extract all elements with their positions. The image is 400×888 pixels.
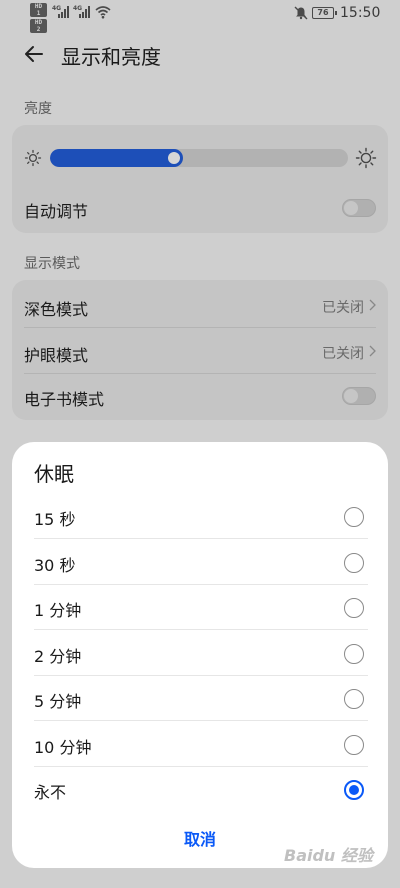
sleep-option-label: 10 分钟 <box>34 737 92 757</box>
sleep-option-label: 2 分钟 <box>34 646 82 666</box>
dark-mode-row[interactable]: 深色模式 已关闭 <box>12 280 388 326</box>
wifi-icon <box>95 6 111 19</box>
page-title: 显示和亮度 <box>61 45 161 69</box>
chevron-right-icon <box>369 345 376 357</box>
sleep-option[interactable]: 永不 <box>34 767 368 812</box>
mute-icon <box>294 6 308 20</box>
sleep-dialog: 休眠 15 秒 30 秒 1 分钟 2 分钟 5 分钟 10 分钟永不 取消 <box>12 442 388 868</box>
sleep-option[interactable]: 15 秒 <box>34 494 368 539</box>
sleep-option-label: 永不 <box>34 783 67 802</box>
display-mode-section-label: 显示模式 <box>24 256 80 272</box>
sleep-option[interactable]: 1 分钟 <box>34 585 368 630</box>
sleep-option-label: 5 分钟 <box>34 692 82 711</box>
dark-mode-value: 已关闭 <box>322 300 364 316</box>
brightness-section-label: 亮度 <box>24 101 52 117</box>
status-bar: HD 1 HD 2 4G 4G 76 15:50 <box>0 0 400 33</box>
row-divider <box>24 373 376 374</box>
battery-icon: 76 <box>312 7 337 19</box>
cancel-button[interactable]: 取消 <box>150 826 250 854</box>
radio-button[interactable] <box>344 780 364 800</box>
app-header: 显示和亮度 <box>0 30 400 78</box>
ebook-mode-label: 电子书模式 <box>24 390 105 409</box>
status-time: 15:50 <box>340 5 381 21</box>
sleep-option[interactable]: 2 分钟 <box>34 631 368 676</box>
chevron-right-icon <box>369 299 376 311</box>
radio-button[interactable] <box>344 552 364 573</box>
radio-button[interactable] <box>344 734 364 755</box>
brightness-slider-thumb[interactable] <box>168 152 180 164</box>
sleep-option-label: 30 秒 <box>34 555 76 575</box>
sleep-option-label: 1 分钟 <box>34 601 82 620</box>
radio-button[interactable] <box>344 598 364 618</box>
radio-button[interactable] <box>344 689 364 709</box>
ebook-mode-toggle[interactable] <box>342 387 376 405</box>
signal-icon <box>79 6 90 18</box>
eye-comfort-label: 护眼模式 <box>24 346 89 365</box>
signal-icon <box>58 6 69 18</box>
brightness-high-icon <box>355 147 377 169</box>
auto-brightness-label: 自动调节 <box>24 202 89 221</box>
sleep-option-label: 15 秒 <box>34 510 76 529</box>
toggle-knob <box>344 389 358 403</box>
radio-button[interactable] <box>344 507 364 527</box>
watermark: Baidu 经验 <box>284 846 373 865</box>
sim1-badge: HD 1 <box>30 3 47 17</box>
eye-comfort-value: 已关闭 <box>322 346 364 362</box>
sleep-option[interactable]: 30 秒 <box>34 540 368 585</box>
brightness-slider[interactable] <box>50 149 348 167</box>
sleep-option[interactable]: 10 分钟 <box>34 722 368 767</box>
brightness-card: 自动调节 <box>12 125 388 233</box>
dark-mode-label: 深色模式 <box>24 300 89 319</box>
back-arrow-icon[interactable] <box>22 42 46 66</box>
eye-comfort-row[interactable]: 护眼模式 已关闭 <box>12 328 388 374</box>
toggle-knob <box>344 201 358 215</box>
radio-button[interactable] <box>344 643 364 664</box>
brightness-slider-fill <box>50 149 183 167</box>
brightness-low-icon <box>24 149 42 167</box>
auto-brightness-toggle[interactable] <box>342 199 376 217</box>
dialog-title: 休眠 <box>34 462 74 486</box>
display-mode-card: 深色模式 已关闭 护眼模式 已关闭 电子书模式 <box>12 280 388 420</box>
sleep-option[interactable]: 5 分钟 <box>34 676 368 721</box>
